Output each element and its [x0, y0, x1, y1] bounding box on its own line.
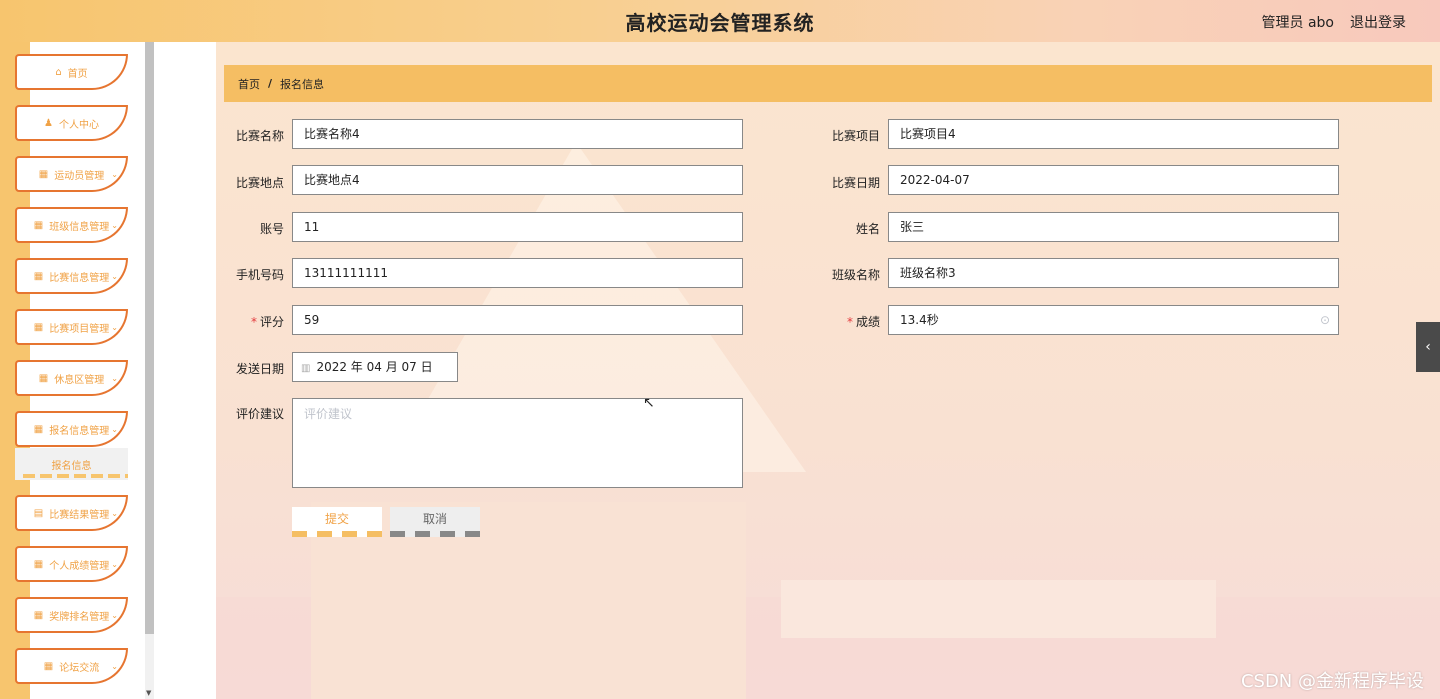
- score-input[interactable]: 59: [292, 305, 743, 335]
- submit-button-label: 提交: [324, 512, 349, 526]
- phone-input[interactable]: 13111111111: [292, 258, 743, 288]
- name-label: 姓名: [855, 222, 880, 236]
- class-name-label: 班级名称: [831, 268, 880, 282]
- mouse-cursor-icon: ↖: [643, 395, 655, 411]
- comment-label: 评价建议: [235, 407, 284, 421]
- grid-icon: ▦: [33, 423, 44, 435]
- match-name-label: 比赛名称: [235, 129, 284, 143]
- sidebar-scrollbar[interactable]: ▼: [145, 42, 154, 699]
- sidebar-item-label: 个人成绩管理: [49, 560, 110, 572]
- watermark: CSDN @金新程序毕设: [1240, 671, 1424, 692]
- sidebar-item-label: 个人中心: [58, 119, 99, 131]
- breadcrumb-home[interactable]: 首页: [238, 76, 260, 92]
- chevron-down-icon: ⌄: [111, 661, 118, 671]
- button-underline: [390, 531, 480, 537]
- sidebar-item-label: 首页: [67, 68, 88, 80]
- match-date-label: 比赛日期: [831, 176, 880, 190]
- sidebar-item-label: 班级信息管理: [49, 221, 110, 233]
- grid-icon: ▦: [33, 609, 44, 621]
- app-title: 高校运动会管理系统: [625, 10, 815, 35]
- home-icon: ⌂: [55, 66, 62, 78]
- scrollbar-thumb[interactable]: [145, 42, 154, 634]
- send-date-picker[interactable]: ▥ 2022 年 04 月 07 日: [292, 352, 458, 382]
- account-label: 账号: [259, 222, 284, 236]
- button-underline: [292, 531, 382, 537]
- result-label: * 成绩: [814, 313, 880, 330]
- cancel-button[interactable]: 取消: [390, 507, 480, 537]
- collapse-panel-button[interactable]: ‹: [1416, 322, 1440, 372]
- phone-label: 手机号码: [235, 268, 284, 282]
- grid-icon: ▦: [38, 168, 49, 180]
- comment-textarea[interactable]: 评价建议: [292, 398, 743, 488]
- sidebar-item-label: 运动员管理: [54, 170, 105, 182]
- breadcrumb-current: 报名信息: [280, 77, 325, 91]
- match-place-input[interactable]: 比赛地点4: [292, 165, 743, 195]
- chevron-down-icon: ⌄: [111, 424, 118, 434]
- scroll-down-arrow-icon[interactable]: ▼: [146, 689, 151, 697]
- grid-icon: ▦: [43, 660, 54, 672]
- current-user-label: 管理员 abo: [1261, 15, 1334, 31]
- send-date-value: 2022 年 04 月 07 日: [316, 360, 433, 374]
- result-value: 13.4秒: [900, 313, 939, 327]
- chevron-down-icon: ⌄: [111, 373, 118, 383]
- chevron-down-icon: ⌄: [111, 610, 118, 620]
- score-label: * 评分: [218, 313, 284, 330]
- name-input[interactable]: 张三: [888, 212, 1339, 242]
- cancel-button-label: 取消: [422, 512, 447, 526]
- match-item-input[interactable]: 比赛项目4: [888, 119, 1339, 149]
- sidebar-item-label: 比赛信息管理: [49, 272, 110, 284]
- top-header: 高校运动会管理系统 管理员 abo 退出登录: [0, 0, 1440, 42]
- score-label-text: 评分: [259, 315, 284, 329]
- calendar-icon: ▥: [301, 363, 311, 374]
- logout-link[interactable]: 退出登录: [1350, 12, 1406, 32]
- grid-icon: ▦: [33, 219, 44, 231]
- grid-icon: ▦: [38, 372, 49, 384]
- sidebar-item-label: 论坛交流: [59, 662, 100, 674]
- sidebar-item-label: 比赛结果管理: [49, 509, 110, 521]
- account-input[interactable]: 11: [292, 212, 743, 242]
- match-place-label: 比赛地点: [235, 176, 284, 190]
- breadcrumb-separator: /: [268, 77, 273, 90]
- match-item-label: 比赛项目: [831, 129, 880, 143]
- required-mark: *: [846, 315, 853, 329]
- breadcrumb: 首页 / 报名信息: [224, 65, 1432, 102]
- class-name-input[interactable]: 班级名称3: [888, 258, 1339, 288]
- chevron-down-icon: ⌄: [111, 559, 118, 569]
- background-decoration: [781, 580, 1216, 638]
- sidebar-item-label: 休息区管理: [54, 374, 105, 386]
- clipboard-icon: ▤: [33, 507, 44, 519]
- chevron-down-icon: ⌄: [111, 220, 118, 230]
- match-name-input[interactable]: 比赛名称4: [292, 119, 743, 149]
- clear-icon[interactable]: ⊙: [1320, 306, 1330, 334]
- result-label-text: 成绩: [855, 315, 880, 329]
- sidebar: ⌂ 首页 ♟ 个人中心 ▦ 运动员管理 ⌄ ▦ 班级信息管理 ⌄ ▦ 比赛信息管理 ⌄ ▦ 比赛项目管理 ⌄ ▦…: [0, 42, 145, 699]
- active-indicator: [23, 474, 128, 478]
- sidebar-item-label: 奖牌排名管理: [49, 611, 110, 623]
- user-icon: ♟: [44, 117, 53, 129]
- table-icon: ▦: [33, 558, 44, 570]
- sidebar-item-label: 报名信息管理: [49, 425, 110, 437]
- sidebar-item-label: 比赛项目管理: [49, 323, 110, 335]
- submit-button[interactable]: 提交: [292, 507, 382, 537]
- sidebar-gap: [154, 42, 216, 699]
- chevron-down-icon: ⌄: [111, 169, 118, 179]
- chevron-down-icon: ⌄: [111, 322, 118, 332]
- grid-icon: ▦: [33, 321, 44, 333]
- chevron-left-icon: ‹: [1425, 339, 1431, 355]
- required-mark: *: [250, 315, 257, 329]
- chevron-down-icon: ⌄: [111, 271, 118, 281]
- chevron-down-icon: ⌄: [111, 508, 118, 518]
- send-date-label: 发送日期: [235, 362, 284, 376]
- grid-icon: ▦: [33, 270, 44, 282]
- match-date-input[interactable]: 2022-04-07: [888, 165, 1339, 195]
- result-input[interactable]: 13.4秒 ⊙: [888, 305, 1339, 335]
